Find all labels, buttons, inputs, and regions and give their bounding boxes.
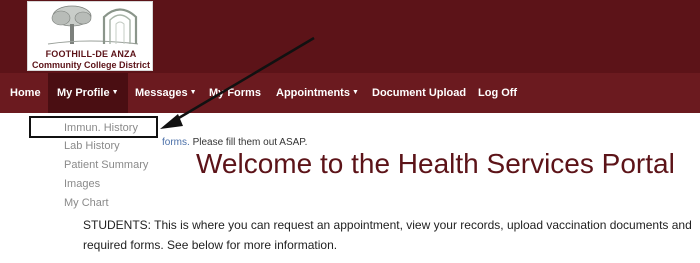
annotation-arrow-icon (160, 36, 315, 129)
